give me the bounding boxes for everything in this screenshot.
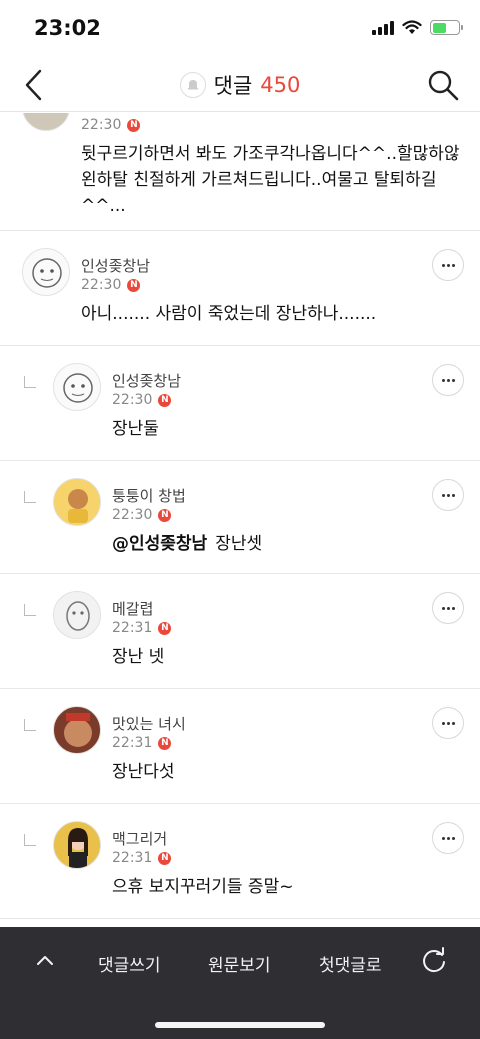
reply-icon bbox=[24, 491, 36, 503]
comment-time: 22:31 N bbox=[112, 735, 172, 751]
comment-author[interactable]: 퉁퉁이 창법 bbox=[112, 485, 186, 506]
avatar[interactable] bbox=[22, 248, 70, 296]
comment-time: 22:31 N bbox=[112, 850, 172, 866]
page-title: 댓글 450 bbox=[0, 70, 480, 100]
title-label: 댓글 bbox=[213, 74, 253, 98]
more-button[interactable] bbox=[432, 592, 464, 624]
reply-item: 메갈렵 22:31 N 장난 넷 bbox=[0, 574, 480, 689]
status-time: 23:02 bbox=[34, 16, 101, 40]
more-button[interactable] bbox=[432, 707, 464, 739]
comment-text: 장난 넷 bbox=[112, 647, 165, 667]
comments-header: 댓글 450 bbox=[0, 58, 480, 112]
refresh-icon[interactable] bbox=[420, 947, 448, 975]
avatar[interactable] bbox=[53, 821, 101, 869]
comment-time: 22:30 N bbox=[81, 117, 141, 133]
comment-text: 아니....... 사람이 죽었는데 장난하나....... bbox=[81, 304, 377, 324]
avatar[interactable] bbox=[53, 591, 101, 639]
view-original-button[interactable]: 원문보기 bbox=[208, 951, 271, 976]
reply-item: 인성좆창남 22:30 N 장난둘 bbox=[0, 346, 480, 461]
new-badge: N bbox=[127, 278, 141, 292]
reply-icon bbox=[24, 376, 36, 388]
new-badge: N bbox=[158, 393, 172, 407]
reply-icon bbox=[24, 834, 36, 846]
avatar[interactable] bbox=[53, 706, 101, 754]
comment-author[interactable]: 맥그리거 bbox=[112, 828, 167, 849]
reply-icon bbox=[24, 604, 36, 616]
wifi-icon bbox=[402, 20, 422, 34]
more-button[interactable] bbox=[432, 364, 464, 396]
reply-item: 맛있는 녀시 22:31 N 장난다섯 bbox=[0, 689, 480, 804]
avatar[interactable] bbox=[22, 113, 70, 131]
comment-item: 22:30 N 뒷구르기하면서 봐도 가조쿠각나옵니다^^..할많하않 왼하탈 친… bbox=[0, 113, 480, 231]
comment-author[interactable]: 메갈렵 bbox=[112, 598, 153, 619]
comment-count: 450 bbox=[260, 73, 301, 97]
avatar[interactable] bbox=[53, 363, 101, 411]
comment-text: 장난다섯 bbox=[112, 762, 175, 782]
comment-time: 22:30 N bbox=[112, 507, 172, 523]
bell-icon[interactable] bbox=[179, 72, 206, 98]
search-icon[interactable] bbox=[426, 68, 460, 102]
status-bar: 23:02 bbox=[0, 0, 480, 58]
new-badge: N bbox=[158, 736, 172, 750]
signal-icon bbox=[372, 20, 394, 35]
comment-text: 뒷구르기하면서 봐도 가조쿠각나옵니다^^..할많하않 왼하탈 친절하게 가르쳐… bbox=[81, 144, 460, 216]
reply-icon bbox=[24, 719, 36, 731]
home-indicator[interactable] bbox=[155, 1022, 325, 1028]
write-comment-button[interactable]: 댓글쓰기 bbox=[98, 951, 161, 976]
comment-text: @인성좆창남 장난셋 bbox=[112, 534, 263, 554]
new-badge: N bbox=[158, 508, 172, 522]
comment-time: 22:30 N bbox=[112, 392, 172, 408]
bottom-toolbar: 댓글쓰기 원문보기 첫댓글로 bbox=[0, 927, 480, 1039]
mention-link[interactable]: @인성좆창남 bbox=[112, 534, 207, 554]
reply-item: 퉁퉁이 창법 22:30 N @인성좆창남 장난셋 bbox=[0, 461, 480, 574]
reply-item: 맥그리거 22:31 N 으휴 보지꾸러기들 증말~ bbox=[0, 804, 480, 919]
comment-time: 22:31 N bbox=[112, 620, 172, 636]
new-badge: N bbox=[127, 118, 141, 132]
comment-author[interactable]: 맛있는 녀시 bbox=[112, 713, 186, 734]
comment-time: 22:30 N bbox=[81, 277, 141, 293]
comment-author[interactable]: 인성좆창남 bbox=[81, 255, 150, 276]
battery-icon bbox=[430, 20, 463, 35]
more-button[interactable] bbox=[432, 822, 464, 854]
comment-list: 22:30 N 뒷구르기하면서 봐도 가조쿠각나옵니다^^..할많하않 왼하탈 친… bbox=[0, 113, 480, 927]
new-badge: N bbox=[158, 851, 172, 865]
more-button[interactable] bbox=[432, 479, 464, 511]
up-icon[interactable] bbox=[36, 951, 54, 969]
first-comment-button[interactable]: 첫댓글로 bbox=[319, 951, 382, 976]
comment-author[interactable]: 인성좆창남 bbox=[112, 370, 181, 391]
new-badge: N bbox=[158, 621, 172, 635]
more-button[interactable] bbox=[432, 249, 464, 281]
comment-text: 으휴 보지꾸러기들 증말~ bbox=[112, 877, 294, 897]
status-icons bbox=[372, 20, 463, 35]
avatar[interactable] bbox=[53, 478, 101, 526]
comment-text: 장난둘 bbox=[112, 419, 159, 439]
comment-item: 인성좆창남 22:30 N 아니....... 사람이 죽었는데 장난하나....… bbox=[0, 231, 480, 346]
